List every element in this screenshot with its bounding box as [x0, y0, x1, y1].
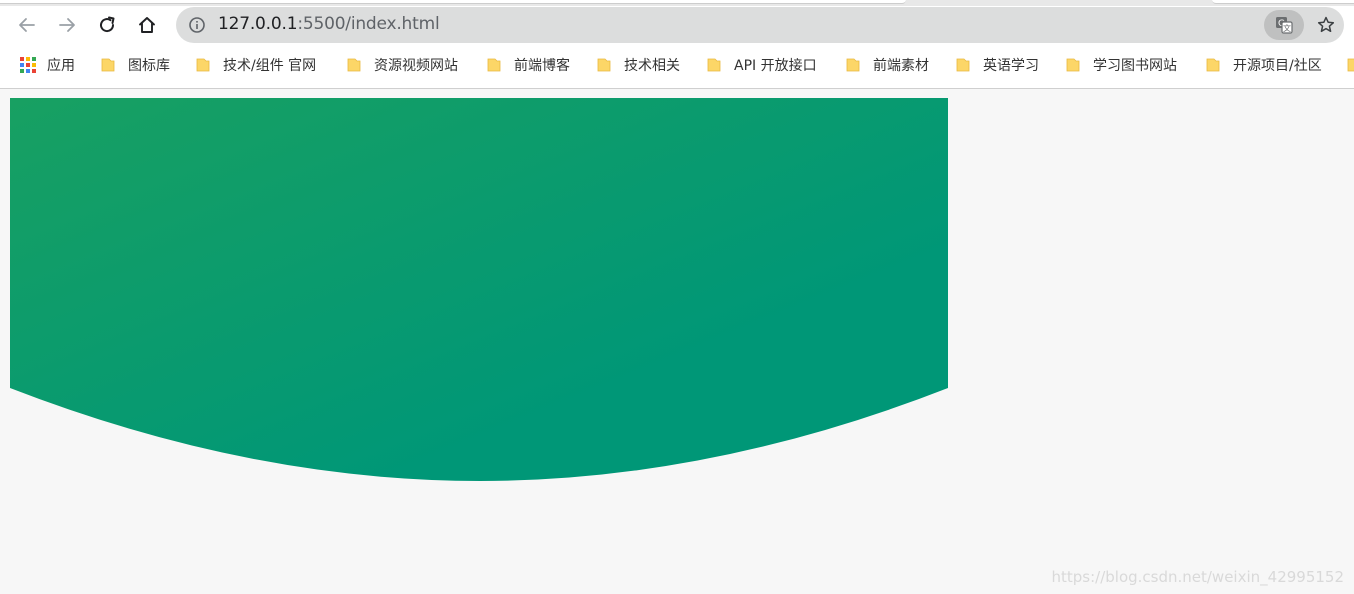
translate-icon: G 文: [1276, 17, 1293, 34]
bookmark-folder[interactable]: 英语学习: [955, 54, 1039, 76]
page-viewport: https://blog.csdn.net/weixin_42995152: [0, 89, 1354, 594]
bookmark-folder[interactable]: 前端博客: [486, 54, 570, 76]
bookmark-label: 英语学习: [983, 58, 1039, 74]
svg-text:文: 文: [1283, 23, 1291, 33]
url-text[interactable]: 127.0.0.1:5500/index.html: [218, 14, 440, 34]
folder-icon: [1066, 58, 1080, 72]
reload-icon: [100, 16, 115, 33]
bookmark-folder[interactable]: 前端素材: [845, 54, 929, 76]
folder-icon: [196, 58, 210, 72]
folder-icon: [101, 58, 115, 72]
bookmark-label: 前端博客: [514, 58, 570, 74]
bookmark-label: 前端素材: [873, 58, 929, 74]
toolbar: 127.0.0.1:5500/index.html G 文: [0, 6, 1354, 44]
bookmark-label: 技术/组件 官网: [223, 58, 317, 74]
bookmark-label: 技术相关: [624, 58, 680, 74]
bookmark-folder[interactable]: 开源项目/社区: [1205, 54, 1322, 76]
folder-icon: [347, 58, 361, 72]
bookmark-label: 资源视频网站: [374, 58, 458, 74]
star-icon: [1317, 16, 1335, 33]
translate-button[interactable]: G 文: [1264, 10, 1304, 40]
bookmarks-bar: 应用 图标库 技术/组件 官网 资源视频网站 前端博客 技术相关 API 开放接…: [0, 50, 1354, 80]
address-bar[interactable]: 127.0.0.1:5500/index.html G 文: [176, 7, 1344, 43]
bookmark-label: 图标库: [128, 58, 170, 74]
apps-grid-icon: [20, 57, 36, 73]
folder-icon: [597, 58, 611, 72]
bookmark-folder[interactable]: API 开放接口: [706, 54, 817, 76]
bookmark-folder-partial[interactable]: [1346, 54, 1354, 76]
bookmark-folder[interactable]: 资源视频网站: [346, 54, 458, 76]
forward-button[interactable]: [50, 8, 84, 42]
bookmark-label: 学习图书网站: [1093, 58, 1177, 74]
folder-icon: [1347, 58, 1354, 72]
bookmark-label: 应用: [47, 58, 75, 74]
bookmark-label: API 开放接口: [734, 58, 817, 74]
folder-icon: [956, 58, 970, 72]
home-button[interactable]: [130, 8, 164, 42]
folder-icon: [707, 58, 721, 72]
bookmark-apps[interactable]: 应用: [19, 54, 75, 76]
watermark: https://blog.csdn.net/weixin_42995152: [1051, 568, 1344, 586]
arrow-left-icon: [19, 18, 35, 32]
bookmark-star-button[interactable]: [1312, 11, 1340, 39]
info-icon[interactable]: [188, 16, 206, 34]
url-host: 127.0.0.1: [218, 14, 298, 34]
folder-icon: [1206, 58, 1220, 72]
back-button[interactable]: [10, 8, 44, 42]
reload-button[interactable]: [90, 8, 124, 42]
home-icon: [139, 17, 155, 33]
bookmark-label: 开源项目/社区: [1233, 58, 1322, 74]
bookmark-folder[interactable]: 学习图书网站: [1065, 54, 1177, 76]
bookmark-folder[interactable]: 技术/组件 官网: [195, 54, 316, 76]
bookmark-folder[interactable]: 图标库: [100, 54, 170, 76]
arrow-right-icon: [59, 18, 75, 32]
bookmark-folder[interactable]: 技术相关: [596, 54, 680, 76]
browser-chrome: 127.0.0.1:5500/index.html G 文: [0, 0, 1354, 89]
folder-icon: [846, 58, 860, 72]
url-path: :5500/index.html: [297, 14, 440, 34]
other-tab-edge[interactable]: [1212, 0, 1354, 4]
active-tab-edge[interactable]: [0, 0, 906, 4]
folder-icon: [487, 58, 501, 72]
curved-hero-banner: [10, 98, 948, 481]
